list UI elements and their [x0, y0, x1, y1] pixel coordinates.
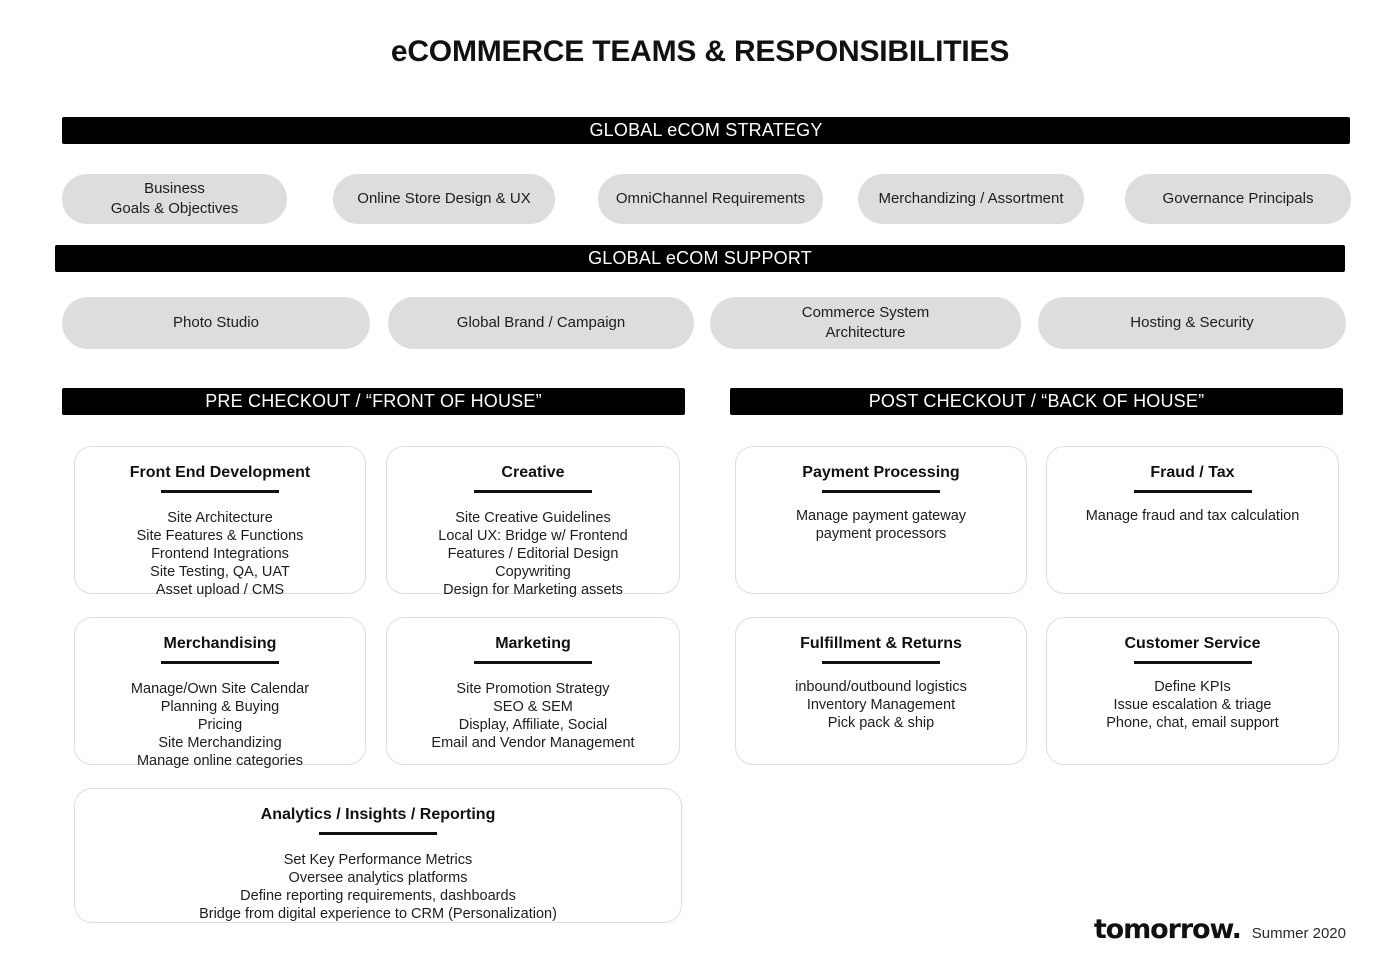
band-pre-checkout: PRE CHECKOUT / “FRONT OF HOUSE”	[62, 388, 685, 415]
card-line: Design for Marketing assets	[443, 582, 623, 598]
card-body: inbound/outbound logistics Inventory Man…	[750, 678, 1012, 732]
card-line: Frontend Integrations	[151, 546, 289, 562]
card-title-rule	[474, 661, 592, 664]
card-line: Define reporting requirements, dashboard…	[240, 888, 516, 904]
card-line: Manage fraud and tax calculation	[1085, 508, 1300, 524]
pill-commerce-system-architecture[interactable]: Commerce System Architecture	[710, 297, 1021, 349]
band-global-ecom-strategy: GLOBAL eCOM STRATEGY	[62, 117, 1350, 144]
card-title: Fulfillment & Returns	[800, 635, 962, 652]
pill-label: Photo Studio	[173, 313, 259, 331]
card-line: SEO & SEM	[493, 699, 573, 715]
card-line: Oversee analytics platforms	[288, 870, 468, 886]
card-line: Site Promotion Strategy	[456, 681, 610, 697]
card-line: Display, Affiliate, Social	[458, 717, 608, 733]
pill-label: Global Brand / Campaign	[456, 313, 626, 331]
card-body: Manage/Own Site Calendar Planning & Buyi…	[89, 680, 351, 770]
pill-label: OmniChannel Requirements	[615, 189, 806, 207]
card-title: Marketing	[495, 635, 571, 652]
pill-label: Governance Principals	[1162, 189, 1314, 207]
pill-business-goals-objectives[interactable]: Business Goals & Objectives	[62, 174, 287, 224]
card-marketing[interactable]: Marketing Site Promotion Strategy SEO & …	[386, 617, 680, 765]
card-body: Manage fraud and tax calculation	[1061, 507, 1324, 525]
pill-global-brand-campaign[interactable]: Global Brand / Campaign	[388, 297, 694, 349]
card-line: Local UX: Bridge w/ Frontend	[438, 528, 628, 544]
card-line: Inventory Management	[806, 697, 956, 713]
card-title-rule	[319, 832, 437, 835]
card-title: Front End Development	[129, 464, 311, 481]
card-body: Site Promotion Strategy SEO & SEM Displa…	[401, 680, 665, 752]
pill-label: Hosting & Security	[1130, 313, 1254, 331]
card-title-rule	[822, 490, 940, 493]
card-line: Site Merchandizing	[158, 735, 282, 751]
card-title-rule	[822, 661, 940, 664]
card-title-rule	[474, 490, 592, 493]
card-line: Pricing	[197, 717, 243, 733]
page-title: eCOMMERCE TEAMS & RESPONSIBILITIES	[390, 35, 1010, 68]
pill-governance-principals[interactable]: Governance Principals	[1125, 174, 1351, 224]
pill-merchandizing-assortment[interactable]: Merchandizing / Assortment	[858, 174, 1084, 224]
card-line: Issue escalation & triage	[1113, 697, 1272, 713]
card-line: Copywriting	[495, 564, 571, 580]
card-body: Set Key Performance Metrics Oversee anal…	[89, 851, 667, 923]
card-line: Manage payment gateway	[795, 508, 967, 524]
pill-line-2: Goals & Objectives	[110, 200, 239, 217]
pill-line-1: Commerce System	[801, 303, 930, 321]
card-line: Email and Vendor Management	[431, 735, 635, 751]
card-title: Customer Service	[1124, 635, 1261, 652]
card-title-rule	[1133, 661, 1252, 664]
card-front-end-development[interactable]: Front End Development Site Architecture …	[74, 446, 366, 598]
brand-date: Summer 2020	[1251, 925, 1346, 942]
pill-online-store-design-ux[interactable]: Online Store Design & UX	[333, 174, 555, 224]
card-line: Site Features & Functions	[136, 528, 304, 544]
pill-label: Merchandizing / Assortment	[878, 189, 1064, 207]
card-line: inbound/outbound logistics	[795, 679, 967, 695]
card-customer-service[interactable]: Customer Service Define KPIs Issue escal…	[1046, 617, 1339, 765]
card-line: Site Architecture	[167, 510, 273, 526]
card-fulfillment-returns[interactable]: Fulfillment & Returns inbound/outbound l…	[735, 617, 1027, 765]
card-line: Manage online categories	[136, 753, 304, 769]
card-line: Phone, chat, email support	[1106, 715, 1279, 731]
card-body: Define KPIs Issue escalation & triage Ph…	[1061, 678, 1324, 732]
card-analytics-insights-reporting[interactable]: Analytics / Insights / Reporting Set Key…	[74, 788, 682, 923]
pill-line-2: Architecture	[825, 324, 906, 341]
card-title-rule	[161, 490, 279, 493]
pill-label: Online Store Design & UX	[357, 189, 531, 207]
card-line: Asset upload / CMS	[155, 582, 285, 598]
card-line: Site Creative Guidelines	[455, 510, 611, 526]
card-body: Manage payment gateway payment processor…	[750, 507, 1012, 543]
card-title: Analytics / Insights / Reporting	[260, 806, 496, 823]
band-post-checkout: POST CHECKOUT / “BACK OF HOUSE”	[730, 388, 1343, 415]
card-line: Bridge from digital experience to CRM (P…	[199, 906, 557, 922]
pill-photo-studio[interactable]: Photo Studio	[62, 297, 370, 349]
card-line: payment processors	[815, 526, 947, 542]
pill-line-1: Business	[144, 179, 205, 197]
brand-logo: tomorrow.	[1093, 914, 1242, 945]
card-merchandising[interactable]: Merchandising Manage/Own Site Calendar P…	[74, 617, 366, 769]
card-title-rule	[161, 661, 279, 664]
card-line: Planning & Buying	[160, 699, 280, 715]
card-body: Site Architecture Site Features & Functi…	[89, 509, 351, 599]
pill-hosting-security[interactable]: Hosting & Security	[1038, 297, 1346, 349]
card-title-rule	[1133, 490, 1252, 493]
pill-omnichannel-requirements[interactable]: OmniChannel Requirements	[598, 174, 823, 224]
card-title: Payment Processing	[802, 464, 960, 481]
card-line: Features / Editorial Design	[447, 546, 619, 562]
card-line: Pick pack & ship	[827, 715, 935, 731]
band-global-ecom-support: GLOBAL eCOM SUPPORT	[55, 245, 1345, 272]
card-title: Fraud / Tax	[1150, 464, 1235, 481]
footer: tomorrow. Summer 2020	[1094, 914, 1346, 945]
card-line: Site Testing, QA, UAT	[150, 564, 290, 580]
card-line: Define KPIs	[1154, 679, 1231, 695]
card-title: Creative	[501, 464, 565, 481]
card-body: Site Creative Guidelines Local UX: Bridg…	[401, 509, 665, 599]
card-line: Manage/Own Site Calendar	[130, 681, 310, 697]
card-title: Merchandising	[163, 635, 277, 652]
card-fraud-tax[interactable]: Fraud / Tax Manage fraud and tax calcula…	[1046, 446, 1339, 594]
card-creative[interactable]: Creative Site Creative Guidelines Local …	[386, 446, 680, 598]
card-line: Set Key Performance Metrics	[283, 852, 473, 868]
card-payment-processing[interactable]: Payment Processing Manage payment gatewa…	[735, 446, 1027, 594]
